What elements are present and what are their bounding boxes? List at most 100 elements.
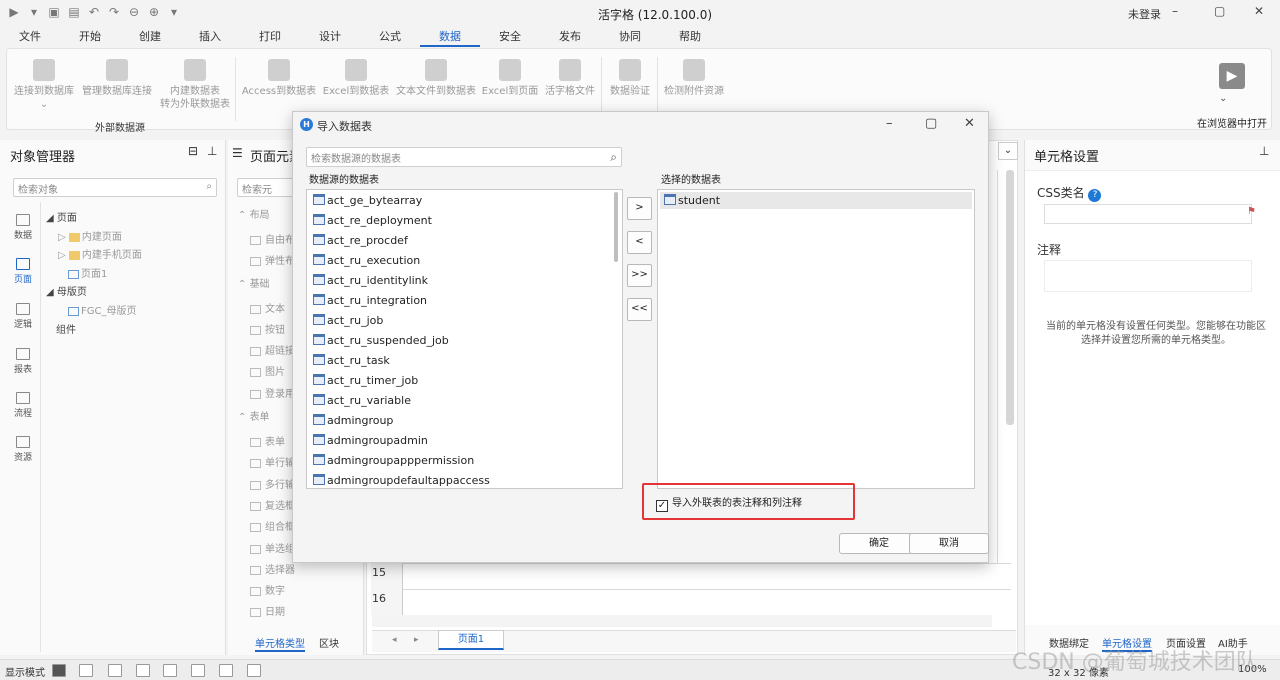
vertical-scrollbar[interactable] xyxy=(1006,170,1014,425)
access-import-button[interactable]: Access到数据表 xyxy=(239,59,319,98)
table-list-item[interactable]: act_re_procdef xyxy=(313,234,408,247)
redo-icon[interactable]: ↷ xyxy=(106,5,122,19)
section-layout[interactable]: ⌃ 布局 xyxy=(238,206,270,221)
element-item[interactable]: 多行输 xyxy=(250,476,295,491)
list-icon[interactable] xyxy=(247,664,261,677)
pin-icon[interactable]: ⊥ xyxy=(1259,144,1269,158)
tree-master[interactable]: ◢ 母版页 xyxy=(46,283,87,298)
excel-page-button[interactable]: Excel到页面 xyxy=(481,59,539,98)
back-icon[interactable]: ⊖ xyxy=(126,5,142,19)
pin-icon[interactable]: ⊥ xyxy=(207,144,217,158)
vtab-page[interactable]: 页面 xyxy=(12,258,34,285)
minimize-icon[interactable]: – xyxy=(1172,4,1178,18)
copy-icon[interactable] xyxy=(191,664,205,677)
element-item[interactable]: 表单 xyxy=(250,433,285,448)
list-scrollbar[interactable] xyxy=(614,192,618,262)
undo-icon[interactable]: ↶ xyxy=(86,5,102,19)
manage-db-button[interactable]: 管理数据库连接 xyxy=(79,59,155,98)
maximize-icon[interactable]: ▢ xyxy=(1214,4,1225,18)
table-list-item[interactable]: act_ru_suspended_job xyxy=(313,334,449,347)
open-icon[interactable]: ▤ xyxy=(66,5,82,19)
vtab-logic[interactable]: 逻辑 xyxy=(12,303,34,330)
menu-item[interactable]: 帮助 xyxy=(660,27,720,47)
close-icon[interactable]: ✕ xyxy=(964,116,975,131)
help-icon[interactable]: ? xyxy=(1088,189,1102,202)
element-search-input[interactable]: 检索元 xyxy=(237,178,297,197)
menu-item[interactable]: 创建 xyxy=(120,27,180,47)
element-item[interactable]: 文本 xyxy=(250,300,285,315)
note-input[interactable] xyxy=(1044,260,1252,292)
table-list-item[interactable]: act_ru_task xyxy=(313,354,390,367)
source-table-list[interactable]: act_ge_bytearray act_re_deployment act_re_… xyxy=(306,189,623,489)
selected-table-item[interactable]: student xyxy=(660,192,972,209)
layers-icon[interactable] xyxy=(163,664,177,677)
minimize-icon[interactable]: – xyxy=(886,116,893,131)
maximize-icon[interactable]: ▢ xyxy=(925,116,937,131)
next-sheet-icon[interactable]: ▸ xyxy=(414,635,419,645)
login-status[interactable]: 未登录 xyxy=(1128,6,1161,22)
element-item[interactable]: 组合框 xyxy=(250,518,295,533)
element-item[interactable]: 日期 xyxy=(250,603,285,618)
edit-icon[interactable]: ⚑ xyxy=(1247,206,1256,217)
prev-sheet-icon[interactable]: ◂ xyxy=(392,635,397,645)
tree-fgc-master[interactable]: FGC_母版页 xyxy=(68,302,136,317)
menu-item[interactable]: 协同 xyxy=(600,27,660,47)
section-form[interactable]: ⌃ 表单 xyxy=(238,408,270,423)
table-list-item[interactable]: admingroupdefaultappaccess xyxy=(313,474,490,487)
data-validate-button[interactable]: 数据验证 xyxy=(605,59,655,98)
table-list-item[interactable]: act_ru_integration xyxy=(313,294,427,307)
run-icon[interactable]: ▶ xyxy=(6,5,22,19)
tree-builtin-mobile[interactable]: ▷ 内建手机页面 xyxy=(58,246,142,261)
element-item[interactable]: 自由布 xyxy=(250,231,295,246)
menu-item[interactable]: 开始 xyxy=(60,27,120,47)
element-item[interactable]: 弹性布 xyxy=(250,252,295,267)
element-item[interactable]: 图片 xyxy=(250,363,285,378)
table-list-item[interactable]: act_ru_job xyxy=(313,314,383,327)
menu-item[interactable]: 数据 xyxy=(420,27,480,47)
element-item[interactable]: 单行输 xyxy=(250,454,295,469)
check-attachments-button[interactable]: 检测附件资源 xyxy=(661,59,727,98)
menu-item[interactable]: 发布 xyxy=(540,27,600,47)
menu-item[interactable]: 安全 xyxy=(480,27,540,47)
vtab-data[interactable]: 数据 xyxy=(12,214,34,241)
add-button[interactable]: > xyxy=(627,197,652,220)
add-all-button[interactable]: >> xyxy=(627,264,652,287)
collapse-icon[interactable]: ⊟ xyxy=(188,144,198,158)
vtab-resource[interactable]: 资源 xyxy=(12,436,34,463)
vtab-flow[interactable]: 流程 xyxy=(12,392,34,419)
element-item[interactable]: 按钮 xyxy=(250,321,285,336)
huozige-file-button[interactable]: 活字格文件 xyxy=(541,59,599,98)
table-list-item[interactable]: act_ru_identitylink xyxy=(313,274,428,287)
text-file-button[interactable]: 文本文件到数据表 xyxy=(393,59,479,98)
remove-button[interactable]: < xyxy=(627,231,652,254)
chevron-down-icon[interactable]: ⌄ xyxy=(998,142,1018,160)
tree-pages[interactable]: ◢ 页面 xyxy=(46,209,77,224)
tree-page1[interactable]: 页面1 xyxy=(68,265,107,280)
tree-components[interactable]: 组件 xyxy=(56,321,76,336)
ok-button[interactable]: 确定 xyxy=(839,533,919,554)
table-list-item[interactable]: act_ru_variable xyxy=(313,394,411,407)
horizontal-scrollbar[interactable] xyxy=(372,615,992,627)
table-search-input[interactable]: 检索数据源的数据表 ⌕ xyxy=(306,147,622,167)
section-basic[interactable]: ⌃ 基础 xyxy=(238,275,270,290)
element-item[interactable]: 数字 xyxy=(250,582,285,597)
object-search-input[interactable]: 检索对象 ⌕ xyxy=(13,178,217,197)
tab-page1[interactable]: 页面1 xyxy=(438,630,504,650)
save-icon[interactable]: ▣ xyxy=(46,5,62,19)
table-list-item[interactable]: act_ru_execution xyxy=(313,254,420,267)
connect-db-button[interactable]: 连接到数据库 ⌄ xyxy=(11,59,77,111)
table-list-item[interactable]: act_ru_timer_job xyxy=(313,374,418,387)
forward-icon[interactable]: ⊕ xyxy=(146,5,162,19)
close-icon[interactable]: ✕ xyxy=(1254,4,1264,18)
vtab-report[interactable]: 报表 xyxy=(12,348,34,375)
table-list-item[interactable]: admingroupadmin xyxy=(313,434,428,447)
css-class-input[interactable] xyxy=(1044,204,1252,224)
chevron-down-icon[interactable]: ⌄ xyxy=(1219,93,1227,104)
table-list-item[interactable]: act_ge_bytearray xyxy=(313,194,422,207)
menu-item[interactable]: 文件 xyxy=(0,27,60,47)
table-icon[interactable] xyxy=(219,664,233,677)
excel-table-button[interactable]: Excel到数据表 xyxy=(321,59,391,98)
function-icon[interactable] xyxy=(108,664,122,677)
remove-all-button[interactable]: << xyxy=(627,298,652,321)
tab-cell-type[interactable]: 单元格类型 xyxy=(255,635,305,652)
